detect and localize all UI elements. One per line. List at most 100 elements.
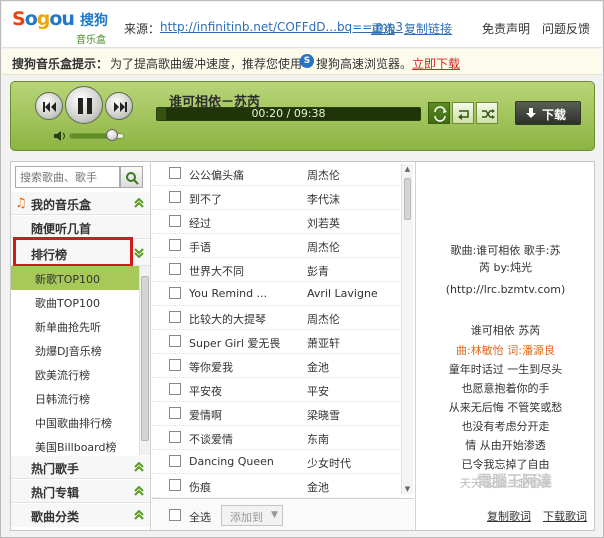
song-title[interactable]: Dancing Queen — [189, 455, 274, 468]
song-checkbox[interactable] — [169, 287, 181, 299]
song-artist[interactable]: 彭青 — [307, 263, 329, 279]
search-button[interactable] — [120, 166, 143, 188]
chart-item-dj[interactable]: 劲爆DJ音乐榜 — [11, 338, 139, 362]
song-row[interactable]: 爱情啊 梁晓雪 — [152, 402, 400, 426]
song-checkbox[interactable] — [169, 335, 181, 347]
song-artist[interactable]: 平安 — [307, 383, 329, 399]
repeat-all-button[interactable] — [428, 102, 450, 124]
chart-item-new-top100[interactable]: 新歌TOP100 — [11, 266, 139, 290]
song-row[interactable]: 公公偏头痛 周杰伦 — [152, 162, 400, 186]
add-to-dropdown[interactable]: 添加到 ▼ — [221, 505, 283, 526]
song-title[interactable]: 比较大的大提琴 — [189, 311, 266, 327]
song-checkbox[interactable] — [169, 407, 181, 419]
song-title[interactable]: 经过 — [189, 215, 211, 231]
shuffle-button[interactable] — [476, 102, 498, 124]
song-checkbox[interactable] — [169, 263, 181, 275]
volume-knob[interactable] — [105, 129, 118, 141]
sidebar-item-song-categories[interactable]: 歌曲分类 — [11, 504, 150, 527]
chevron-up-icon — [134, 486, 144, 496]
pause-button[interactable] — [65, 86, 103, 124]
song-title[interactable]: 世界大不同 — [189, 263, 244, 279]
search-input[interactable] — [15, 166, 120, 188]
song-artist[interactable]: 周杰伦 — [307, 311, 340, 327]
song-artist[interactable]: Avril Lavigne — [307, 287, 378, 300]
song-title[interactable]: 等你爱我 — [189, 359, 233, 375]
song-title[interactable]: 不谈爱情 — [189, 431, 233, 447]
song-row[interactable]: 伤痕 金池 — [152, 474, 400, 498]
scroll-thumb[interactable] — [141, 276, 149, 441]
song-list-scrollbar[interactable]: ▲ ▼ — [401, 164, 413, 494]
lyric-line: 童年时话过 一生到尽头 — [448, 363, 563, 376]
song-artist[interactable]: 梁晓雪 — [307, 407, 340, 423]
song-title[interactable]: 手语 — [189, 239, 211, 255]
song-title[interactable]: Super Girl 爱无畏 — [189, 335, 280, 351]
sidebar-item-hot-albums[interactable]: 热门专辑 — [11, 480, 150, 503]
song-title[interactable]: 到不了 — [189, 191, 222, 207]
song-artist[interactable]: 金池 — [307, 479, 329, 495]
sidebar-item-my-box[interactable]: ♫ 我的音乐盒 — [11, 192, 150, 215]
sidebar-item-random[interactable]: 随便听几首 — [11, 216, 150, 239]
song-row[interactable]: 经过 刘若英 — [152, 210, 400, 234]
song-row[interactable]: 手语 周杰伦 — [152, 234, 400, 258]
song-title[interactable]: You Remind ... — [189, 287, 267, 300]
song-checkbox[interactable] — [169, 215, 181, 227]
song-title[interactable]: 伤痕 — [189, 479, 211, 495]
song-row[interactable]: 不谈爱情 东南 — [152, 426, 400, 450]
chart-item-western[interactable]: 欧美流行榜 — [11, 362, 139, 386]
song-artist[interactable]: 金池 — [307, 359, 329, 375]
sogou-music-box-window: Sogou 搜狗 音乐盒 来源： http://infinitinb.net/C… — [0, 0, 604, 538]
select-all-checkbox[interactable] — [169, 509, 181, 521]
chart-item-song-top100[interactable]: 歌曲TOP100 — [11, 290, 139, 314]
chart-item-new-singles[interactable]: 新单曲抢先听 — [11, 314, 139, 338]
song-checkbox[interactable] — [169, 431, 181, 443]
song-checkbox[interactable] — [169, 455, 181, 467]
song-checkbox[interactable] — [169, 479, 181, 491]
download-lyrics-link[interactable]: 下载歌词 — [543, 508, 587, 524]
song-title[interactable]: 平安夜 — [189, 383, 222, 399]
chart-item-jk[interactable]: 日韩流行榜 — [11, 386, 139, 410]
song-checkbox[interactable] — [169, 359, 181, 371]
progress-bar[interactable]: 00:20 / 09:38 — [156, 107, 421, 121]
chart-item-china[interactable]: 中国歌曲排行榜 — [11, 410, 139, 434]
sidebar-scrollbar[interactable] — [139, 266, 150, 455]
song-title[interactable]: 爱情啊 — [189, 407, 222, 423]
scroll-down-arrow-icon[interactable]: ▼ — [402, 484, 413, 494]
song-title[interactable]: 公公偏头痛 — [189, 167, 244, 183]
song-row[interactable]: Super Girl 爱无畏 萧亚轩 — [152, 330, 400, 354]
chart-item-billboard[interactable]: 美国Billboard榜 — [11, 434, 139, 458]
song-artist[interactable]: 周杰伦 — [307, 239, 340, 255]
song-artist[interactable]: 李代沫 — [307, 191, 340, 207]
song-artist[interactable]: 刘若英 — [307, 215, 340, 231]
song-row[interactable]: You Remind ... Avril Lavigne — [152, 282, 400, 306]
song-checkbox[interactable] — [169, 383, 181, 395]
sidebar-item-hot-singers[interactable]: 热门歌手 — [11, 456, 150, 479]
song-checkbox[interactable] — [169, 167, 181, 179]
feedback-link[interactable]: 问题反馈 — [542, 20, 590, 37]
song-checkbox[interactable] — [169, 191, 181, 203]
song-artist[interactable]: 东南 — [307, 431, 329, 447]
scroll-thumb[interactable] — [404, 178, 411, 220]
disclaimer-link[interactable]: 免责声明 — [482, 20, 530, 37]
copy-lyrics-link[interactable]: 复制歌词 — [487, 508, 531, 524]
song-artist[interactable]: 少女时代 — [307, 455, 351, 471]
song-row[interactable]: 等你爱我 金池 — [152, 354, 400, 378]
repeat-one-button[interactable] — [452, 102, 474, 124]
song-checkbox[interactable] — [169, 239, 181, 251]
scroll-up-arrow-icon[interactable]: ▲ — [402, 164, 413, 174]
tip-bar: 搜狗音乐盒提示： 为了提高歌曲缓冲速度，推荐您使用 S 搜狗高速浏览器。 立即下… — [2, 49, 602, 75]
reselect-link[interactable]: 重选 — [371, 20, 395, 37]
song-row[interactable]: 到不了 李代沫 — [152, 186, 400, 210]
next-button[interactable] — [105, 92, 133, 120]
download-now-link[interactable]: 立即下载 — [412, 55, 460, 72]
copy-link-link[interactable]: 复制链接 — [404, 20, 452, 37]
song-row[interactable]: 世界大不同 彭青 — [152, 258, 400, 282]
previous-button[interactable] — [35, 92, 63, 120]
song-checkbox[interactable] — [169, 311, 181, 323]
song-artist[interactable]: 周杰伦 — [307, 167, 340, 183]
song-row[interactable]: Dancing Queen 少女时代 — [152, 450, 400, 474]
download-button[interactable]: 下载 — [515, 101, 581, 125]
song-row[interactable]: 平安夜 平安 — [152, 378, 400, 402]
song-artist[interactable]: 萧亚轩 — [307, 335, 340, 351]
source-url-link[interactable]: http://infinitinb.net/COFFdD...bq==.mp3 — [160, 20, 403, 34]
song-row[interactable]: 比较大的大提琴 周杰伦 — [152, 306, 400, 330]
